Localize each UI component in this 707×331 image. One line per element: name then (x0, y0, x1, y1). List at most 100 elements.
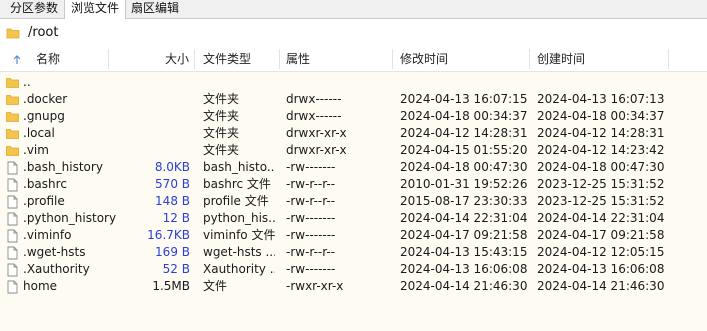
file-size: 169 B (155, 245, 190, 259)
folder-icon (6, 93, 20, 107)
file-row[interactable]: .viminfo 16.7KB viminfo 文件 -rw------- 2024-0… (0, 227, 707, 244)
file-attributes: -rw------- (286, 228, 336, 242)
file-icon (6, 178, 20, 192)
file-attributes: -rwxr-xr-x (286, 279, 344, 293)
file-created-time: 2024-04-18 00:47:30 (537, 160, 665, 174)
file-type: 文件夹 (203, 143, 240, 157)
column-created-time[interactable]: 创建时间 (537, 47, 585, 71)
column-name[interactable]: 名称 (36, 47, 60, 71)
file-modified-time: 2024-04-13 15:43:15 (400, 245, 528, 259)
file-type: 文件夹 (203, 92, 240, 106)
tab-browse-files[interactable]: 浏览文件 (64, 0, 126, 19)
file-size (120, 91, 190, 108)
file-icon (6, 212, 20, 226)
path-bar: /root (0, 19, 707, 48)
file-type: 文件夹 (203, 126, 240, 140)
file-created-time (537, 74, 667, 91)
current-path[interactable]: /root (28, 25, 58, 40)
file-icon (6, 195, 20, 209)
file-created-time: 2023-12-25 15:31:52 (537, 194, 665, 208)
file-size: 570 B (155, 177, 190, 191)
column-divider[interactable] (194, 49, 195, 69)
file-row[interactable]: .bash_history 8.0KB bash_histo... -rw------… (0, 159, 707, 176)
file-type: viminfo 文件 (203, 228, 275, 242)
file-row[interactable]: .python_history 12 Bpython_his... -rw-----… (0, 210, 707, 227)
file-modified-time: 2024-04-14 22:31:04 (400, 211, 528, 225)
file-type: profile 文件 (203, 194, 269, 208)
file-row[interactable]: .gnupg 文件夹 drwx------ 2024-04-18 00:34:37 20… (0, 108, 707, 125)
file-type: bash_histo... (203, 160, 275, 174)
column-divider[interactable] (279, 49, 280, 69)
folder-icon (6, 110, 20, 124)
column-header: 名称 大小 文件类型 属性 修改时间 创建时间 (0, 47, 707, 72)
file-created-time: 2024-04-12 12:05:15 (537, 245, 665, 259)
folder-icon (6, 76, 20, 90)
folder-icon (6, 144, 20, 158)
file-row[interactable]: home 1.5MB 文件 -rwxr-xr-x 2024-04-14 21:46:30… (0, 278, 707, 295)
file-icon (6, 280, 20, 294)
file-row[interactable]: .. (0, 74, 707, 91)
file-created-time: 2024-04-14 21:46:30 (537, 279, 665, 293)
file-attributes: -rw-r--r-- (286, 177, 336, 191)
column-attributes[interactable]: 属性 (286, 47, 310, 71)
file-type: bashrc 文件 (203, 177, 271, 191)
file-list: 名称 大小 文件类型 属性 修改时间 创建时间 .. .docker 文件夹 drwx… (0, 47, 707, 331)
file-row[interactable]: .Xauthority 52 B Xauthority ... -rw------- 2… (0, 261, 707, 278)
column-divider[interactable] (392, 49, 393, 69)
file-type: Xauthority ... (203, 262, 275, 276)
file-modified-time: 2010-01-31 19:52:26 (400, 177, 528, 191)
file-rows: .. .docker 文件夹 drwx------ 2024-04-13 16:07:1… (0, 74, 707, 295)
file-size: 148 B (155, 194, 190, 208)
file-created-time: 2023-12-25 15:31:52 (537, 177, 665, 191)
file-created-time: 2024-04-12 14:23:42 (537, 143, 665, 157)
file-type: wget-hsts ... (203, 245, 275, 259)
file-modified-time: 2015-08-17 23:30:33 (400, 194, 528, 208)
file-attributes: -rw------- (286, 160, 336, 174)
file-size (120, 108, 190, 125)
file-modified-time: 2024-04-17 09:21:58 (400, 228, 528, 242)
file-created-time: 2024-04-14 22:31:04 (537, 211, 665, 225)
file-modified-time: 2024-04-15 01:55:20 (400, 143, 528, 157)
column-divider[interactable] (668, 49, 669, 69)
file-row[interactable]: .vim 文件夹 drwxr-xr-x 2024-04-15 01:55:20 2024… (0, 142, 707, 159)
file-row[interactable]: .profile 148 Bprofile 文件 -rw-r--r-- 2015-08… (0, 193, 707, 210)
file-modified-time (400, 74, 530, 91)
column-divider[interactable] (529, 49, 530, 69)
file-size: 12 B (162, 211, 190, 225)
tab-sector-edit[interactable]: 扇区编辑 (127, 0, 183, 18)
file-created-time: 2024-04-17 09:21:58 (537, 228, 665, 242)
folder-icon (6, 127, 20, 141)
column-divider[interactable] (108, 49, 109, 69)
column-type[interactable]: 文件类型 (203, 47, 251, 71)
file-type: python_his... (203, 211, 275, 225)
column-modified-time[interactable]: 修改时间 (400, 47, 448, 71)
file-attributes: -rw-r--r-- (286, 194, 336, 208)
file-modified-time: 2024-04-12 14:28:31 (400, 126, 528, 140)
sort-up-arrow-icon (12, 54, 22, 68)
file-row[interactable]: .local 文件夹 drwxr-xr-x 2024-04-12 14:28:31 20… (0, 125, 707, 142)
file-created-time: 2024-04-13 16:06:08 (537, 262, 665, 276)
file-attributes: drwxr-xr-x (286, 143, 347, 157)
file-type: 文件 (203, 279, 228, 293)
file-size: 1.5MB (152, 279, 190, 293)
tab-strip: 分区参数 浏览文件 扇区编辑 (0, 0, 707, 19)
folder-icon (6, 26, 20, 43)
file-modified-time: 2024-04-13 16:06:08 (400, 262, 528, 276)
file-size: 8.0KB (154, 160, 190, 174)
file-created-time: 2024-04-13 16:07:13 (537, 92, 665, 106)
tab-partition-params[interactable]: 分区参数 (4, 0, 64, 18)
file-row[interactable]: .bashrc 570 Bbashrc 文件 -rw-r--r-- 2010-01-3… (0, 176, 707, 193)
file-row[interactable]: .wget-hsts 169 Bwget-hsts ... -rw-r--r-- 20… (0, 244, 707, 261)
column-size[interactable]: 大小 (165, 47, 189, 71)
file-row[interactable]: .docker 文件夹 drwx------ 2024-04-13 16:07:15 2… (0, 91, 707, 108)
file-type (203, 74, 275, 91)
file-size (120, 125, 190, 142)
file-created-time: 2024-04-18 00:34:37 (537, 109, 665, 123)
file-icon (6, 161, 20, 175)
file-icon (6, 229, 20, 243)
file-size: 16.7KB (147, 228, 190, 242)
file-attributes: drwx------ (286, 92, 342, 106)
file-icon (6, 263, 20, 277)
file-modified-time: 2024-04-18 00:34:37 (400, 109, 528, 123)
file-modified-time: 2024-04-13 16:07:15 (400, 92, 528, 106)
